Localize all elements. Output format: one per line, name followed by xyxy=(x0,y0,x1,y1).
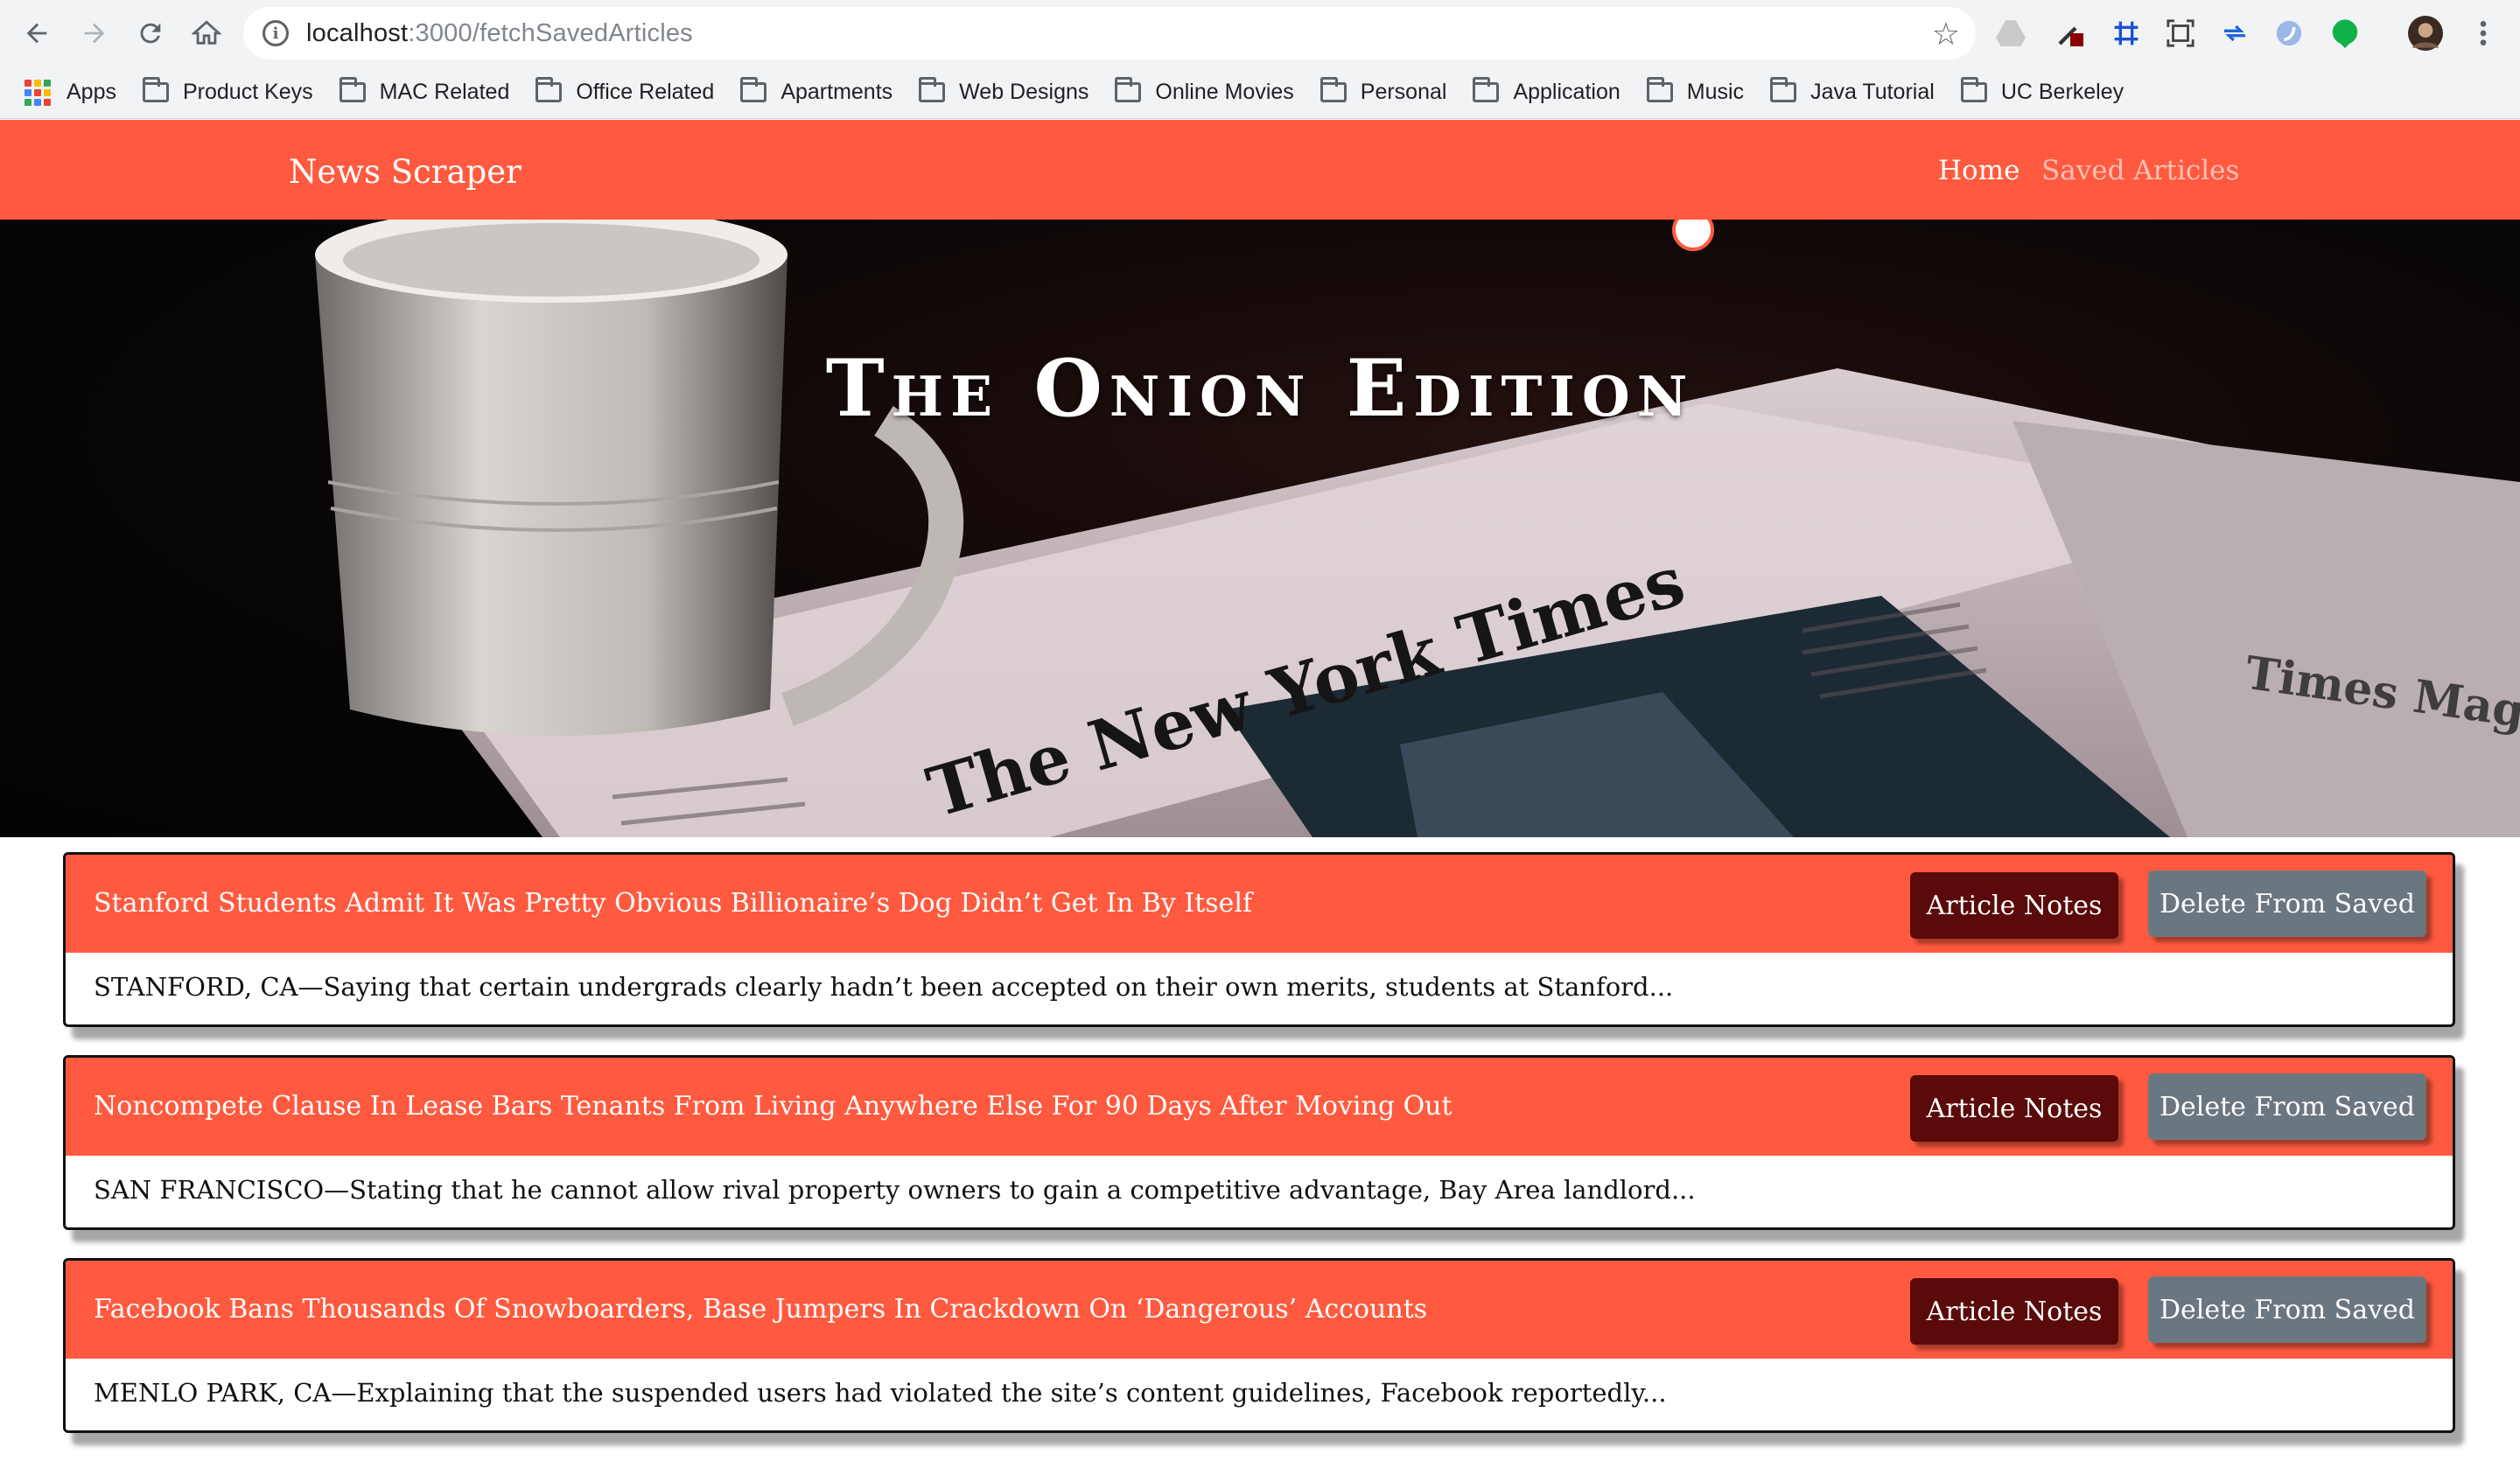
article-notes-button[interactable]: Article Notes xyxy=(1910,1278,2118,1345)
article-title[interactable]: Noncompete Clause In Lease Bars Tenants … xyxy=(94,1091,1452,1122)
bookmark-label: Application xyxy=(1513,80,1620,104)
bookmark-folder[interactable]: Application xyxy=(1473,77,1620,105)
delete-from-saved-button[interactable]: Delete From Saved xyxy=(2148,1073,2426,1140)
menu-kebab-icon[interactable] xyxy=(2466,16,2501,51)
bookmark-label: UC Berkeley xyxy=(2000,80,2124,104)
folder-icon xyxy=(1115,77,1142,102)
site-navbar: News Scraper Home Saved Articles xyxy=(0,120,2520,220)
folder-icon xyxy=(1770,77,1797,102)
bookmark-folder[interactable]: Apartments xyxy=(740,77,893,105)
folder-icon xyxy=(740,77,767,102)
grid-extension-icon[interactable] xyxy=(2109,16,2144,51)
article-summary: MENLO PARK, CA—Explaining that the suspe… xyxy=(94,1378,1667,1408)
bookmark-apps[interactable]: Apps xyxy=(24,79,116,106)
folder-icon xyxy=(1646,77,1673,102)
article-header: Stanford Students Admit It Was Pretty Ob… xyxy=(66,855,2453,953)
article-card: Facebook Bans Thousands Of Snowboarders,… xyxy=(63,1258,2455,1433)
hero-title: The Onion Edition xyxy=(825,342,1695,435)
bookmark-label: Online Movies xyxy=(1155,80,1294,104)
forward-arrow-icon[interactable] xyxy=(74,12,116,54)
bookmarks-bar: Apps Product Keys MAC Related Office Rel… xyxy=(0,66,2520,119)
edge-extension-icon[interactable] xyxy=(2272,16,2306,51)
article-title[interactable]: Stanford Students Admit It Was Pretty Ob… xyxy=(94,888,1252,919)
bookmark-label: Apartments xyxy=(780,80,893,104)
bookmark-label: Product Keys xyxy=(182,80,313,104)
article-header: Noncompete Clause In Lease Bars Tenants … xyxy=(66,1058,2453,1156)
site-info-icon[interactable]: i xyxy=(262,20,289,46)
profile-avatar[interactable] xyxy=(2408,16,2443,51)
hero-banner: The New York Times Times Maga The Onion … xyxy=(0,220,2520,837)
bookmark-folder[interactable]: Web Designs xyxy=(919,77,1089,105)
drive-extension-icon[interactable] xyxy=(1993,16,2028,51)
bookmark-label: Apps xyxy=(66,80,116,104)
bookmark-folder[interactable]: UC Berkeley xyxy=(1960,77,2124,105)
bookmark-star-icon[interactable]: ☆ xyxy=(1932,16,1960,52)
article-summary: SAN FRANCISCO—Stating that he cannot all… xyxy=(94,1175,1696,1205)
delete-from-saved-button[interactable]: Delete From Saved xyxy=(2148,870,2426,937)
apps-grid-icon xyxy=(24,79,51,106)
article-title[interactable]: Facebook Bans Thousands Of Snowboarders,… xyxy=(94,1294,1427,1325)
nav-link-home[interactable]: Home xyxy=(1938,155,2020,186)
color-picker-extension-icon[interactable] xyxy=(2053,16,2088,51)
article-summary: STANFORD, CA—Saying that certain undergr… xyxy=(94,972,1674,1002)
address-bar[interactable]: i localhost:3000/fetchSavedArticles ☆ xyxy=(243,7,1976,59)
folder-icon xyxy=(1960,77,1987,102)
hero-background-image: The New York Times Times Maga xyxy=(315,220,2520,837)
site-brand[interactable]: News Scraper xyxy=(289,153,522,191)
reload-icon[interactable] xyxy=(130,12,172,54)
back-arrow-icon[interactable] xyxy=(16,12,58,54)
bookmark-folder[interactable]: Java Tutorial xyxy=(1770,77,1935,105)
bookmark-folder[interactable]: Music xyxy=(1646,77,1745,105)
bookmark-label: Office Related xyxy=(576,80,715,104)
url-text: localhost:3000/fetchSavedArticles xyxy=(306,18,693,47)
green-extension-icon[interactable] xyxy=(2328,16,2362,51)
article-notes-button[interactable]: Article Notes xyxy=(1910,872,2118,939)
bookmark-label: Music xyxy=(1686,80,1745,104)
home-icon[interactable] xyxy=(186,12,228,54)
article-card: Stanford Students Admit It Was Pretty Ob… xyxy=(63,852,2455,1027)
folder-icon xyxy=(1320,77,1347,102)
bookmark-folder[interactable]: Office Related xyxy=(536,77,715,105)
bookmark-folder[interactable]: Product Keys xyxy=(142,77,313,105)
delete-from-saved-button[interactable]: Delete From Saved xyxy=(2148,1276,2426,1343)
browser-toolbar: i localhost:3000/fetchSavedArticles ☆ xyxy=(0,0,2520,66)
screenshot-extension-icon[interactable] xyxy=(2163,16,2198,51)
nav-link-saved-articles[interactable]: Saved Articles xyxy=(2041,155,2239,186)
bookmark-label: Personal xyxy=(1360,80,1447,104)
article-notes-button[interactable]: Article Notes xyxy=(1910,1075,2118,1142)
folder-icon xyxy=(1473,77,1500,102)
bookmark-folder[interactable]: Personal xyxy=(1320,77,1447,105)
bookmark-folder[interactable]: MAC Related xyxy=(339,77,510,105)
folder-icon xyxy=(919,77,946,102)
folder-icon xyxy=(142,77,169,102)
article-card: Noncompete Clause In Lease Bars Tenants … xyxy=(63,1055,2455,1230)
bookmark-label: MAC Related xyxy=(379,80,510,104)
folder-icon xyxy=(536,77,563,102)
folder-icon xyxy=(339,77,366,102)
article-header: Facebook Bans Thousands Of Snowboarders,… xyxy=(66,1261,2453,1359)
bookmark-label: Web Designs xyxy=(959,80,1089,104)
swap-extension-icon[interactable] xyxy=(2217,16,2252,51)
bookmark-folder[interactable]: Online Movies xyxy=(1115,77,1294,105)
bookmark-label: Java Tutorial xyxy=(1810,80,1935,104)
